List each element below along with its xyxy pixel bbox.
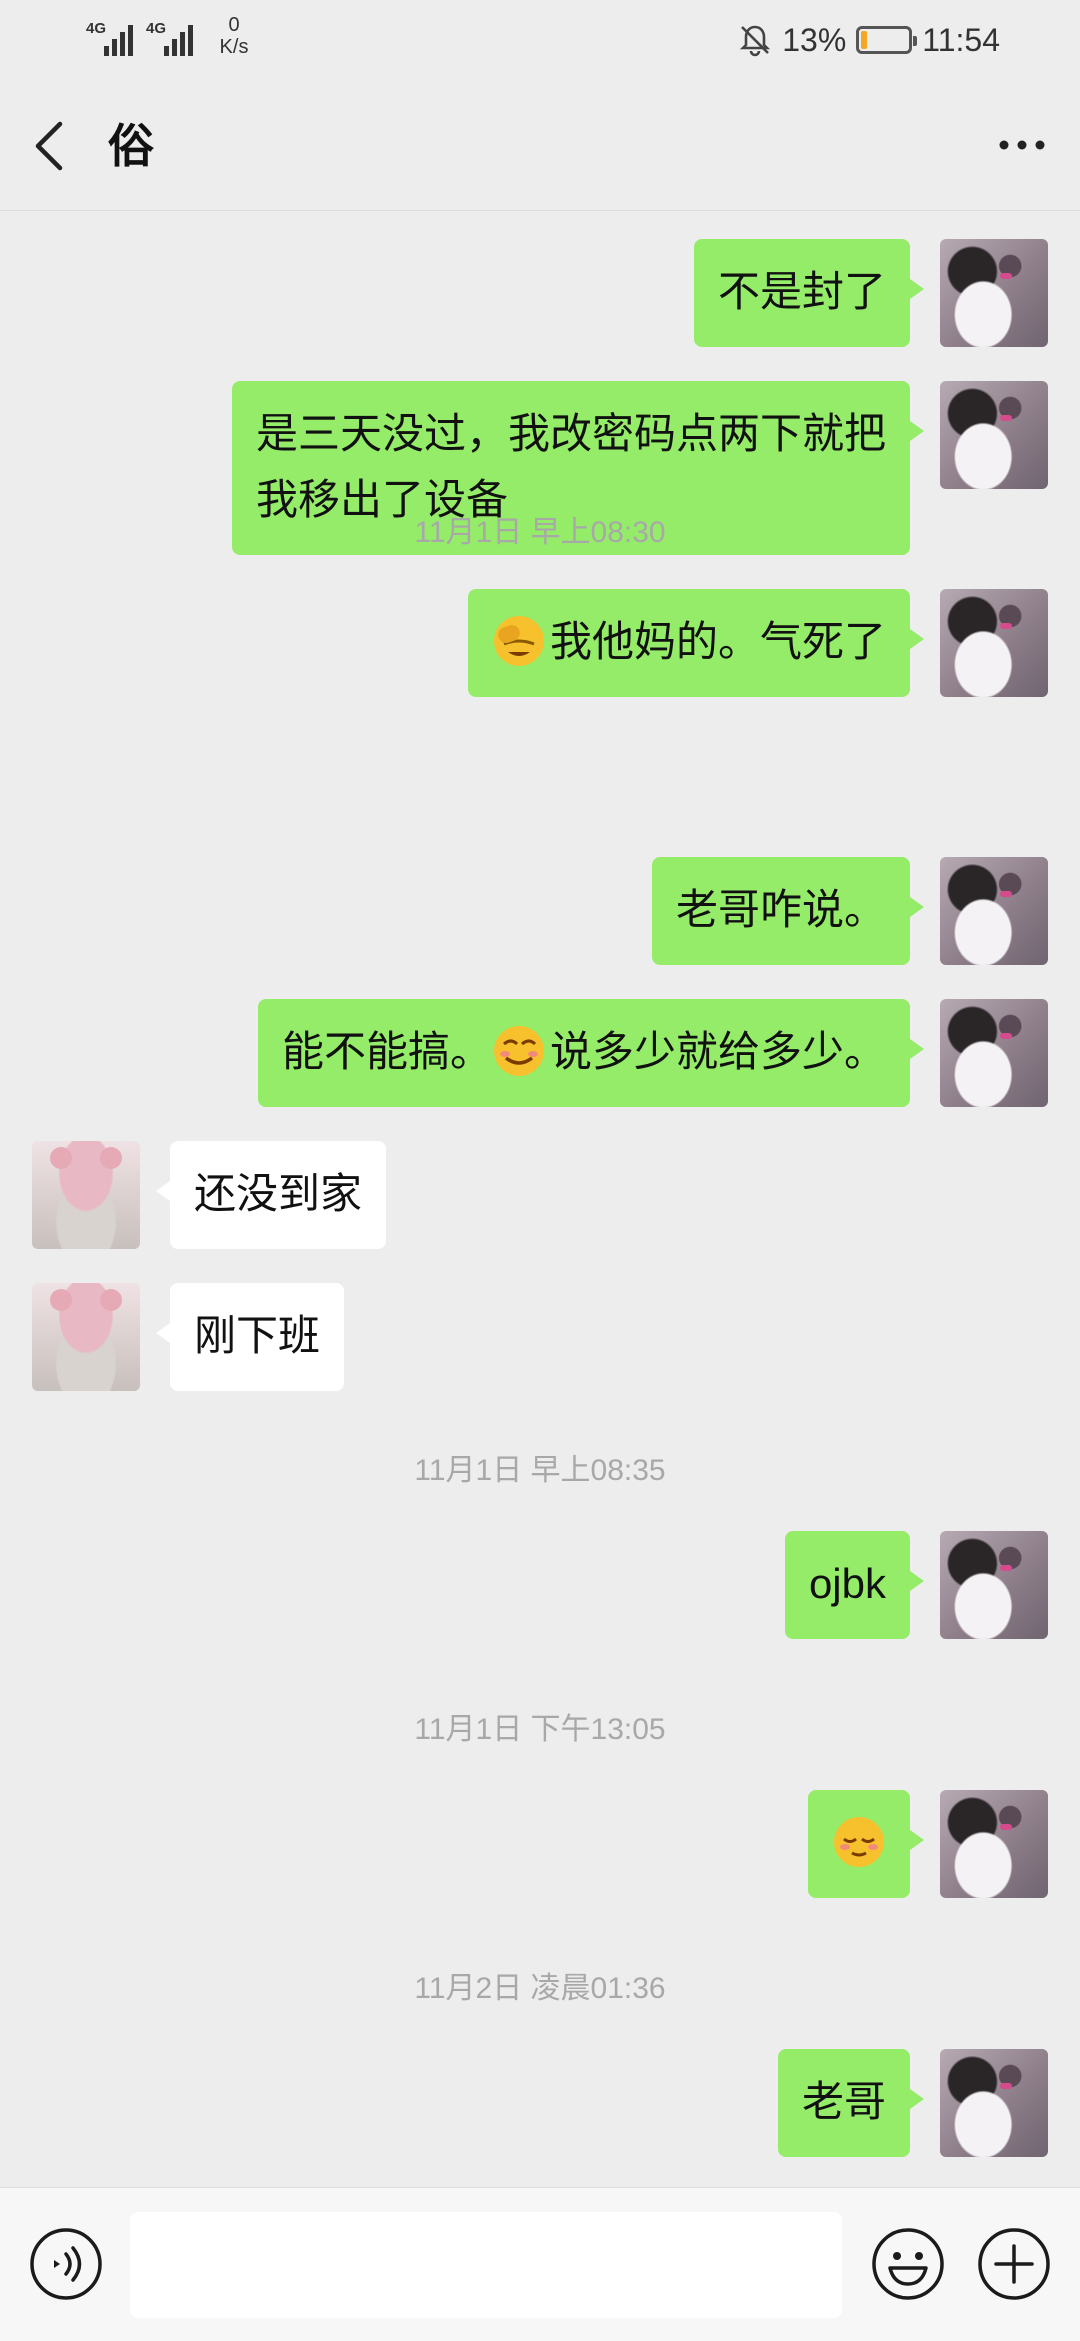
emoji-button[interactable]	[870, 2226, 946, 2302]
input-bar	[0, 2187, 1080, 2341]
message-text: 还没到家	[194, 1169, 363, 1218]
battery-icon	[856, 26, 918, 54]
plus-icon	[978, 2228, 1050, 2300]
message-text: 能不能搞。	[281, 1027, 492, 1076]
facepalm-emoji	[493, 616, 544, 666]
message-bubble-mine[interactable]: 不是封了	[693, 239, 925, 347]
message-bubble-mine[interactable]: 能不能搞。 说多少就给多少。	[257, 999, 925, 1107]
timestamp-divider: 11月2日 凌晨01:36	[414, 1972, 666, 2005]
my-avatar[interactable]	[940, 1790, 1048, 1898]
my-avatar[interactable]	[940, 857, 1048, 965]
my-avatar[interactable]	[940, 1531, 1048, 1639]
message-bubble-theirs[interactable]: 刚下班	[155, 1283, 345, 1391]
message-text: ojbk	[808, 1560, 886, 1607]
timestamp-divider: 11月1日 早上08:30	[414, 516, 666, 549]
message-bubble-mine[interactable]	[808, 1790, 924, 1898]
message-bubble-mine[interactable]: 我他妈的。气死了	[467, 589, 925, 697]
more-options-button[interactable]	[992, 120, 1052, 170]
battery-percent: 13%	[782, 21, 847, 58]
my-avatar[interactable]	[940, 381, 1048, 489]
message-input[interactable]	[130, 2212, 842, 2318]
mute-bell-icon	[740, 25, 771, 57]
my-avatar[interactable]	[940, 999, 1048, 1107]
message-text-line: 是三天没过，我改密码点两下就把	[255, 409, 886, 458]
message-bubble-mine[interactable]: ojbk	[784, 1531, 925, 1639]
battery-fill	[861, 31, 868, 49]
network-speed: 0 K/s	[214, 14, 254, 58]
back-button[interactable]	[24, 110, 84, 180]
network-speed-unit: K/s	[219, 36, 249, 58]
message-bubble-mine[interactable]: 老哥咋说。	[651, 857, 925, 965]
voice-icon	[30, 2228, 102, 2300]
voice-input-button[interactable]	[28, 2226, 104, 2302]
message-text: 老哥咋说。	[675, 885, 886, 934]
network-speed-value: 0	[228, 14, 240, 36]
my-avatar[interactable]	[940, 589, 1048, 697]
relieved-emoji	[834, 1817, 884, 1867]
more-dots-icon	[999, 140, 1045, 150]
message-text: 老哥	[801, 2077, 886, 2126]
chat-title: 俗	[108, 119, 154, 173]
signal-icon	[104, 20, 140, 56]
message-text: 刚下班	[194, 1311, 321, 1360]
clock: 11:54	[922, 21, 1000, 58]
back-chevron-icon	[35, 121, 63, 171]
more-functions-button[interactable]	[976, 2226, 1052, 2302]
timestamp-divider: 11月1日 下午13:05	[414, 1713, 666, 1746]
contact-avatar[interactable]	[32, 1283, 140, 1391]
message-text: 不是封了	[717, 267, 886, 316]
signal-icon	[164, 20, 200, 56]
message-list[interactable]: 不是封了 是三天没过，我改密码点两下就把 我移出了设备 我他妈的。气死了 11月…	[0, 211, 1080, 2187]
timestamp-divider: 11月1日 早上08:35	[414, 1454, 666, 1487]
message-bubble-mine[interactable]: 老哥	[777, 2049, 925, 2157]
smirk-emoji	[493, 1026, 544, 1076]
my-avatar[interactable]	[940, 239, 1048, 347]
my-avatar[interactable]	[940, 2049, 1048, 2157]
contact-avatar[interactable]	[32, 1141, 140, 1249]
status-bar: 4G 4G 0 K/s 13% 11:54	[0, 0, 1080, 80]
emoji-icon	[872, 2228, 944, 2300]
message-text: 说多少就给多少。	[549, 1027, 886, 1076]
status-right-group: 13% 11:54	[738, 20, 1000, 60]
message-text: 我他妈的。气死了	[549, 617, 886, 666]
network-type-1: 4G	[86, 20, 107, 37]
network-type-2: 4G	[146, 20, 167, 37]
message-bubble-theirs[interactable]: 还没到家	[155, 1141, 387, 1249]
chat-header: 俗	[0, 80, 1080, 211]
